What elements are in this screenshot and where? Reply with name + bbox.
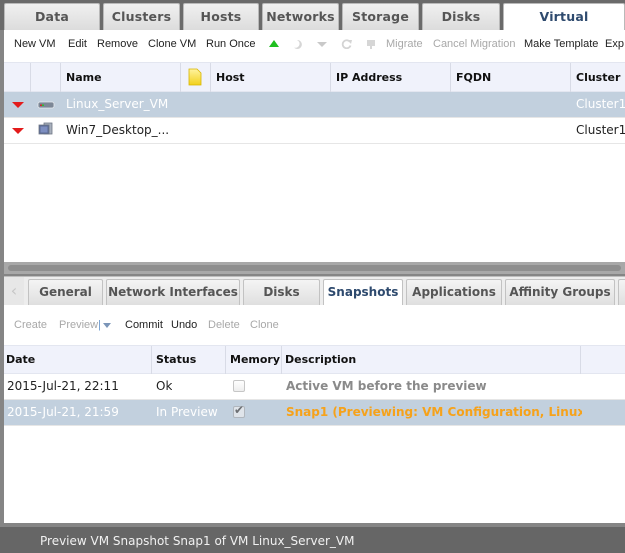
subtab-snapshots[interactable]: Snapshots [323,279,403,305]
comment-icon [188,68,202,86]
scroll-tabs-left-icon[interactable]: ‹ [4,277,24,305]
column-date[interactable]: Date [4,346,152,374]
snapshot-description: Active VM before the preview [286,379,487,393]
column-cluster[interactable]: Cluster [571,63,625,92]
make-template-button[interactable]: Make Template [524,38,598,50]
memory-checkbox [233,380,245,392]
column-status[interactable] [4,63,31,92]
column-ip-address[interactable]: IP Address [331,63,451,92]
edit-button[interactable]: Edit [68,38,87,50]
chevron-down-icon[interactable] [102,322,111,328]
column-type[interactable] [31,63,61,92]
subtab-network-interfaces[interactable]: Network Interfaces [106,279,240,305]
preview-snapshot-button[interactable]: Preview| [59,319,111,331]
vm-panel: New VM Edit Remove Clone VM Run Once Mig… [4,30,625,262]
vm-down-icon [12,128,24,134]
commit-button[interactable]: Commit [125,319,163,331]
scrollbar-thumb[interactable] [8,265,621,271]
shutdown-icon[interactable] [316,39,328,49]
status-message: Preview VM Snapshot Snap1 of VM Linux_Se… [40,534,355,548]
snapshot-status: In Preview [156,405,218,419]
reboot-icon[interactable] [341,39,353,50]
vm-name[interactable]: Win7_Desktop_... [66,118,169,143]
main-tab-bar: Data Centers Clusters Hosts Networks Sto… [0,0,625,49]
tab-virtual-machines[interactable]: Virtual Machines [503,3,625,49]
snapshot-grid-header: Date Status Memory Description [4,345,625,374]
vm-row[interactable]: Win7_Desktop_... Cluster1 [4,118,625,144]
memory-checkbox [233,403,245,418]
column-memory[interactable]: Memory [226,346,282,374]
sub-tab-bar: ‹ General Network Interfaces Disks Snaps… [4,276,625,305]
column-comment[interactable] [181,63,211,92]
snapshot-status: Ok [156,379,173,393]
suspend-icon[interactable] [292,39,304,49]
new-vm-button[interactable]: New VM [14,38,56,50]
column-status[interactable]: Status [152,346,226,374]
column-name[interactable]: Name [61,63,181,92]
column-extra [581,346,625,374]
migrate-button[interactable]: Migrate [386,38,423,50]
vm-down-icon [12,102,24,108]
clone-vm-button[interactable]: Clone VM [148,38,196,50]
snapshot-row[interactable]: 2015-Jul-21, 22:11 Ok Active VM before t… [4,374,625,400]
vm-grid-horizontal-scrollbar[interactable] [4,262,625,274]
subtab-applications[interactable]: Applications [406,279,502,305]
snapshot-date: 2015-Jul-21, 22:11 [7,379,119,393]
vm-name[interactable]: Linux_Server_VM [66,92,168,117]
undo-button[interactable]: Undo [171,319,197,331]
tab-disks[interactable]: Disks [422,3,500,30]
preview-label: Preview [59,319,99,331]
snapshot-date: 2015-Jul-21, 21:59 [7,405,119,419]
vm-toolbar: New VM Edit Remove Clone VM Run Once Mig… [4,30,625,60]
column-fqdn[interactable]: FQDN [451,63,571,92]
run-once-button[interactable]: Run Once [206,38,256,50]
column-description[interactable]: Description [282,346,581,374]
tab-data-centers[interactable]: Data Centers [4,3,100,49]
subtab-more[interactable] [618,279,625,305]
clone-snapshot-button[interactable]: Clone [250,319,279,331]
cancel-migration-button[interactable]: Cancel Migration [433,38,516,50]
subtab-disks[interactable]: Disks [243,279,320,305]
vm-cluster: Cluster1 [576,97,625,111]
create-snapshot-button[interactable]: Create [14,319,47,331]
snapshots-panel: Create Preview| Commit Undo Delete Clone… [4,305,625,523]
snapshot-description: Snap1 (Previewing: VM Configuration, Lin… [286,405,582,419]
run-icon[interactable] [268,39,280,49]
ovirt-admin-portal: Data Centers Clusters Hosts Networks Sto… [0,0,625,553]
remove-button[interactable]: Remove [97,38,138,50]
snapshot-toolbar: Create Preview| Commit Undo Delete Clone [4,305,625,345]
tab-hosts[interactable]: Hosts [183,3,259,30]
subtab-affinity-groups[interactable]: Affinity Groups [505,279,615,305]
column-host[interactable]: Host [211,63,331,92]
tab-networks[interactable]: Networks [262,3,339,30]
vm-row[interactable]: Linux_Server_VM Cluster1 [4,92,625,118]
subtab-general[interactable]: General [28,279,103,305]
separator: | [98,319,101,331]
tab-clusters[interactable]: Clusters [103,3,180,30]
delete-snapshot-button[interactable]: Delete [208,319,240,331]
tab-storage[interactable]: Storage [342,3,419,30]
vm-grid-header: Name Host IP Address FQDN Cluster [4,62,625,92]
status-bar: Preview VM Snapshot Snap1 of VM Linux_Se… [0,527,625,553]
desktop-icon [38,122,54,139]
export-button[interactable]: Exp [605,38,624,50]
server-icon [37,99,55,113]
vm-cluster: Cluster1 [576,123,625,137]
snapshot-row[interactable]: 2015-Jul-21, 21:59 In Preview Snap1 (Pre… [4,400,625,426]
console-icon[interactable] [365,39,377,49]
